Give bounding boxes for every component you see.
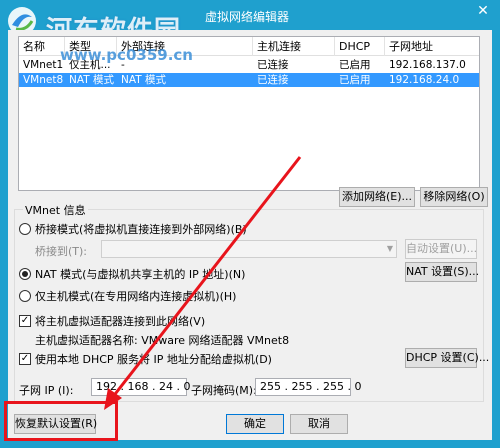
use-dhcp-checkbox[interactable]: ✓ (19, 353, 31, 365)
cancel-button[interactable]: 取消 (290, 414, 348, 434)
nat-mode-label[interactable]: NAT 模式(与虚拟机共享主机的 IP 地址)(N) (35, 266, 245, 282)
adapter-name-label: 主机虚拟适配器名称: VMware 网络适配器 VMnet8 (35, 334, 290, 347)
cell-host: 已连接 (257, 74, 289, 86)
virtual-network-editor-window: 河东软件园 虚拟网络编辑器 ✕ www.pc0359.cn 名称 类型 外部连接… (0, 0, 500, 448)
subnet-mask-field[interactable]: 255 . 255 . 255 . 0 (255, 378, 361, 396)
connect-adapter-checkbox[interactable]: ✓ (19, 315, 31, 327)
connect-adapter-label[interactable]: 将主机虚拟适配器连接到此网络(V) (35, 313, 205, 329)
cell-name: VMnet8 (23, 74, 64, 86)
add-network-button[interactable]: 添加网络(E)... (339, 187, 415, 207)
auto-settings-button[interactable]: 自动设置(U)... (405, 239, 477, 259)
table-row-selected[interactable]: VMnet8 NAT 模式 NAT 模式 已连接 已启用 192.168.24.… (19, 73, 479, 87)
ok-button[interactable]: 确定 (226, 414, 284, 434)
column-header-subnet[interactable]: 子网地址 (385, 37, 479, 56)
group-title: VMnet 信息 (23, 202, 88, 218)
column-header-host[interactable]: 主机连接 (253, 37, 335, 56)
nat-settings-button[interactable]: NAT 设置(S)... (405, 262, 479, 282)
cell-name: VMnet1 (23, 59, 64, 71)
cell-dhcp: 已启用 (339, 59, 371, 71)
cell-host: 已连接 (257, 59, 289, 71)
dialog-client-area: 名称 类型 外部连接 主机连接 DHCP 子网地址 VMnet1 仅主机... … (8, 30, 492, 440)
annotation-highlight-box (4, 401, 118, 441)
bridged-to-select[interactable]: ▼ (101, 240, 397, 258)
title-bar: 河东软件园 虚拟网络编辑器 ✕ (0, 0, 500, 46)
watermark-url: www.pc0359.cn (60, 46, 193, 64)
cell-type: NAT 模式 (69, 74, 114, 86)
bridged-mode-radio[interactable] (19, 223, 31, 235)
subnet-ip-field[interactable]: 192 . 168 . 24 . 0 (91, 378, 190, 396)
nat-mode-radio[interactable] (19, 268, 31, 280)
window-title: 虚拟网络编辑器 (205, 10, 290, 24)
subnet-mask-label: 子网掩码(M): (191, 384, 257, 397)
host-only-label[interactable]: 仅主机模式(在专用网络内连接虚拟机)(H) (35, 288, 236, 304)
column-header-dhcp[interactable]: DHCP (335, 37, 385, 56)
chevron-down-icon: ▼ (386, 244, 393, 253)
cell-subnet: 192.168.24.0 (389, 74, 460, 86)
column-header-name[interactable]: 名称 (19, 37, 65, 56)
cell-external: NAT 模式 (121, 74, 166, 86)
remove-network-button[interactable]: 移除网络(O) (420, 187, 488, 207)
use-dhcp-label[interactable]: 使用本地 DHCP 服务将 IP 地址分配给虚拟机(D) (35, 351, 272, 367)
bridged-mode-label[interactable]: 桥接模式(将虚拟机直接连接到外部网络)(B) (35, 221, 247, 237)
subnet-ip-label: 子网 IP (I): (19, 384, 74, 397)
bridged-to-label: 桥接到(T): (35, 245, 88, 258)
cell-subnet: 192.168.137.0 (389, 59, 466, 71)
dhcp-settings-button[interactable]: DHCP 设置(C)... (405, 348, 489, 368)
host-only-radio[interactable] (19, 290, 31, 302)
vmnet-info-group: VMnet 信息 桥接模式(将虚拟机直接连接到外部网络)(B) 桥接到(T): … (14, 202, 489, 402)
close-button[interactable]: ✕ (470, 0, 496, 22)
cell-dhcp: 已启用 (339, 74, 371, 86)
